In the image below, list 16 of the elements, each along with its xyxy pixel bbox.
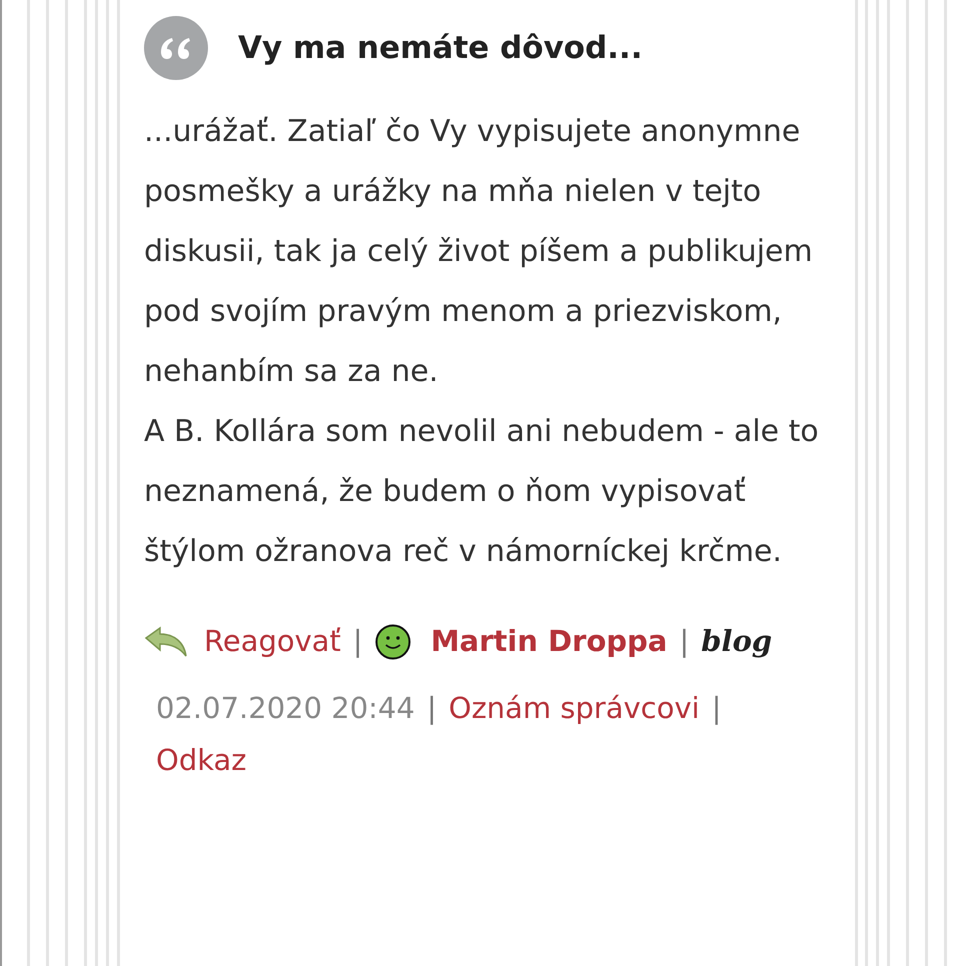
separator: | <box>712 690 722 727</box>
comment-title: Vy ma nemáte dôvod... <box>238 28 642 68</box>
permalink-link[interactable]: Odkaz <box>156 734 847 786</box>
smiley-icon <box>374 624 411 660</box>
reply-arrow-icon <box>144 626 188 658</box>
comment-paragraph: A B. Kollára som nevolil ani nebudem - ale to neznamená, že budem o ňom vypisovať štýlom ožranova reč v námorníckej krčme. <box>144 413 820 571</box>
comment-date: 02.07.2020 20:44 <box>156 690 415 726</box>
reply-link[interactable]: Reagovať <box>204 620 341 664</box>
author-link[interactable]: Martin Droppa <box>430 620 668 664</box>
quote-icon <box>144 16 208 80</box>
blog-link[interactable]: blog <box>701 620 772 664</box>
separator: | <box>352 623 363 660</box>
separator: | <box>426 690 437 727</box>
separator: | <box>679 623 690 660</box>
comment-paragraph: ...urážať. Zatiaľ čo Vy vypisujete anonymne posmešky a urážky na mňa nielen v tejto diskusii, tak ja celý život píšem a publikujem pod svojím pravým menom a priezviskom, nehanbím sa za ne. <box>144 113 814 391</box>
report-link[interactable]: Oznám správcovi <box>448 682 700 734</box>
